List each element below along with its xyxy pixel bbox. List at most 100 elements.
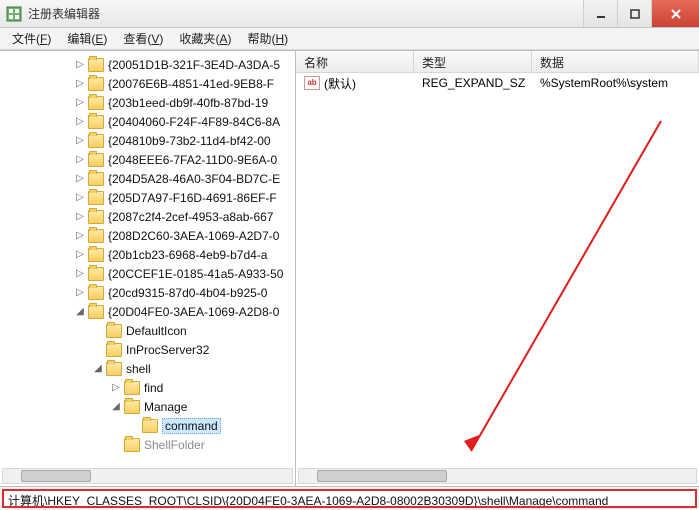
chevron-down-icon[interactable]: ◢ — [92, 363, 104, 374]
value-type: REG_EXPAND_SZ — [414, 76, 532, 90]
list-pane: 名称 类型 数据 ab (默认) REG_EXPAND_SZ %SystemRo… — [296, 51, 699, 486]
tree-node[interactable]: ▷command — [0, 416, 295, 435]
chevron-right-icon[interactable]: ▷ — [74, 59, 86, 70]
tree-pane[interactable]: ▷ {20051D1B-321F-3E4D-A3DA-5 ▷{20076E6B-48… — [0, 51, 296, 486]
tree-node-label: {208D2C60-3AEA-1069-A2D7-0 — [108, 229, 279, 243]
tree-node[interactable]: ▷ find — [0, 378, 295, 397]
maximize-button[interactable] — [617, 0, 651, 27]
chevron-right-icon[interactable]: ▷ — [74, 192, 86, 203]
tree-node[interactable]: ▷InProcServer32 — [0, 340, 295, 359]
folder-icon — [88, 172, 104, 186]
tree-node[interactable]: ▷ {20CCEF1E-0185-41a5-A933-50 — [0, 264, 295, 283]
chevron-right-icon[interactable]: ▷ — [74, 230, 86, 241]
folder-icon — [88, 153, 104, 167]
tree-node[interactable]: ▷{20076E6B-4851-41ed-9EB8-F — [0, 74, 295, 93]
menu-view[interactable]: 查看(V) — [115, 28, 171, 49]
chevron-right-icon[interactable]: ▷ — [74, 268, 86, 279]
tree-node-label: ShellFolder — [144, 438, 205, 452]
folder-icon — [88, 115, 104, 129]
tree-node-label: InProcServer32 — [126, 343, 209, 357]
value-name: (默认) — [324, 75, 356, 92]
tree-node-label: Manage — [144, 400, 187, 414]
tree-node[interactable]: ▷ {20051D1B-321F-3E4D-A3DA-5 — [0, 55, 295, 74]
tree-node[interactable]: ◢ {20D04FE0-3AEA-1069-A2D8-0 — [0, 302, 295, 321]
tree-node[interactable]: ▷{20404060-F24F-4F89-84C6-8A — [0, 112, 295, 131]
tree-node-label: {2087c2f4-2cef-4953-a8ab-667 — [108, 210, 273, 224]
tree-node[interactable]: ▷ {205D7A97-F16D-4691-86EF-F — [0, 188, 295, 207]
tree-node[interactable]: ▷DefaultIcon — [0, 321, 295, 340]
chevron-down-icon[interactable]: ◢ — [74, 306, 86, 317]
close-button[interactable] — [651, 0, 699, 27]
tree-node-label: {204810b9-73b2-11d4-bf42-00 — [108, 134, 271, 148]
content-area: ▷ {20051D1B-321F-3E4D-A3DA-5 ▷{20076E6B-48… — [0, 50, 699, 486]
chevron-right-icon[interactable]: ▷ — [110, 382, 122, 393]
minimize-button[interactable] — [583, 0, 617, 27]
menu-file[interactable]: 文件(F) — [4, 28, 59, 49]
menu-edit[interactable]: 编辑(E) — [59, 28, 115, 49]
tree-hscrollbar[interactable] — [2, 468, 293, 484]
tree-node-label: shell — [126, 362, 151, 376]
folder-icon — [88, 134, 104, 148]
chevron-right-icon[interactable]: ▷ — [74, 211, 86, 222]
window-title: 注册表编辑器 — [28, 5, 583, 22]
arrow-annotation — [296, 51, 699, 486]
menu-favorites[interactable]: 收藏夹(A) — [171, 28, 239, 49]
chevron-right-icon[interactable]: ▷ — [74, 97, 86, 108]
tree-node-label: find — [144, 381, 163, 395]
registry-tree[interactable]: ▷ {20051D1B-321F-3E4D-A3DA-5 ▷{20076E6B-48… — [0, 51, 295, 454]
tree-node[interactable]: ◢ Manage — [0, 397, 295, 416]
tree-node-label: {204D5A28-46A0-3F04-BD7C-E — [108, 172, 280, 186]
window-buttons — [583, 0, 699, 27]
tree-node-label: {20cd9315-87d0-4b04-b925-0 — [108, 286, 267, 300]
tree-node-label: {20b1cb23-6968-4eb9-b7d4-a — [108, 248, 267, 262]
chevron-right-icon[interactable]: ▷ — [74, 78, 86, 89]
tree-node-label: {20CCEF1E-0185-41a5-A933-50 — [108, 267, 283, 281]
folder-icon — [124, 400, 140, 414]
menu-help[interactable]: 帮助(H) — [239, 28, 296, 49]
chevron-right-icon[interactable]: ▷ — [74, 173, 86, 184]
path-box[interactable]: 计算机\HKEY_CLASSES_ROOT\CLSID\{20D04FE0-3A… — [2, 489, 697, 508]
folder-icon — [88, 286, 104, 300]
tree-node-label: {20051D1B-321F-3E4D-A3DA-5 — [108, 58, 280, 72]
tree-node-label: {20D04FE0-3AEA-1069-A2D8-0 — [108, 305, 279, 319]
string-value-icon: ab — [304, 76, 320, 90]
column-name[interactable]: 名称 — [296, 51, 414, 72]
tree-node[interactable]: ▷ {2087c2f4-2cef-4953-a8ab-667 — [0, 207, 295, 226]
chevron-down-icon[interactable]: ◢ — [110, 401, 122, 412]
menubar: 文件(F) 编辑(E) 查看(V) 收藏夹(A) 帮助(H) — [0, 28, 699, 50]
tree-node-label: {205D7A97-F16D-4691-86EF-F — [108, 191, 277, 205]
folder-icon — [88, 248, 104, 262]
chevron-right-icon[interactable]: ▷ — [74, 116, 86, 127]
tree-node[interactable]: ▷ {2048EEE6-7FA2-11D0-9E6A-0 — [0, 150, 295, 169]
tree-node[interactable]: ▷ {208D2C60-3AEA-1069-A2D7-0 — [0, 226, 295, 245]
chevron-right-icon[interactable]: ▷ — [74, 287, 86, 298]
tree-node-label: command — [162, 418, 221, 434]
list-row[interactable]: ab (默认) REG_EXPAND_SZ %SystemRoot%\syste… — [296, 73, 699, 93]
tree-node-label: {2048EEE6-7FA2-11D0-9E6A-0 — [108, 153, 277, 167]
folder-icon — [88, 77, 104, 91]
folder-icon — [106, 343, 122, 357]
statusbar: 计算机\HKEY_CLASSES_ROOT\CLSID\{20D04FE0-3A… — [0, 486, 699, 510]
list-hscrollbar[interactable] — [298, 468, 697, 484]
titlebar: 注册表编辑器 — [0, 0, 699, 28]
folder-icon — [88, 191, 104, 205]
tree-node[interactable]: ▷ {204D5A28-46A0-3F04-BD7C-E — [0, 169, 295, 188]
tree-node[interactable]: ◢ shell — [0, 359, 295, 378]
tree-node[interactable]: ▷ {20b1cb23-6968-4eb9-b7d4-a — [0, 245, 295, 264]
chevron-right-icon[interactable]: ▷ — [74, 135, 86, 146]
column-type[interactable]: 类型 — [414, 51, 532, 72]
tree-node[interactable]: ▷ {20cd9315-87d0-4b04-b925-0 — [0, 283, 295, 302]
tree-node[interactable]: ▷ {204810b9-73b2-11d4-bf42-00 — [0, 131, 295, 150]
tree-node[interactable]: ▷{203b1eed-db9f-40fb-87bd-19 — [0, 93, 295, 112]
value-data: %SystemRoot%\system — [532, 76, 699, 90]
chevron-right-icon[interactable]: ▷ — [74, 154, 86, 165]
column-data[interactable]: 数据 — [532, 51, 699, 72]
tree-node[interactable]: ▷ShellFolder — [0, 435, 295, 454]
folder-icon — [124, 438, 140, 452]
folder-icon — [124, 381, 140, 395]
folder-icon — [88, 58, 104, 72]
app-icon — [6, 6, 22, 22]
chevron-right-icon[interactable]: ▷ — [74, 249, 86, 260]
list-header: 名称 类型 数据 — [296, 51, 699, 73]
folder-icon — [88, 267, 104, 281]
